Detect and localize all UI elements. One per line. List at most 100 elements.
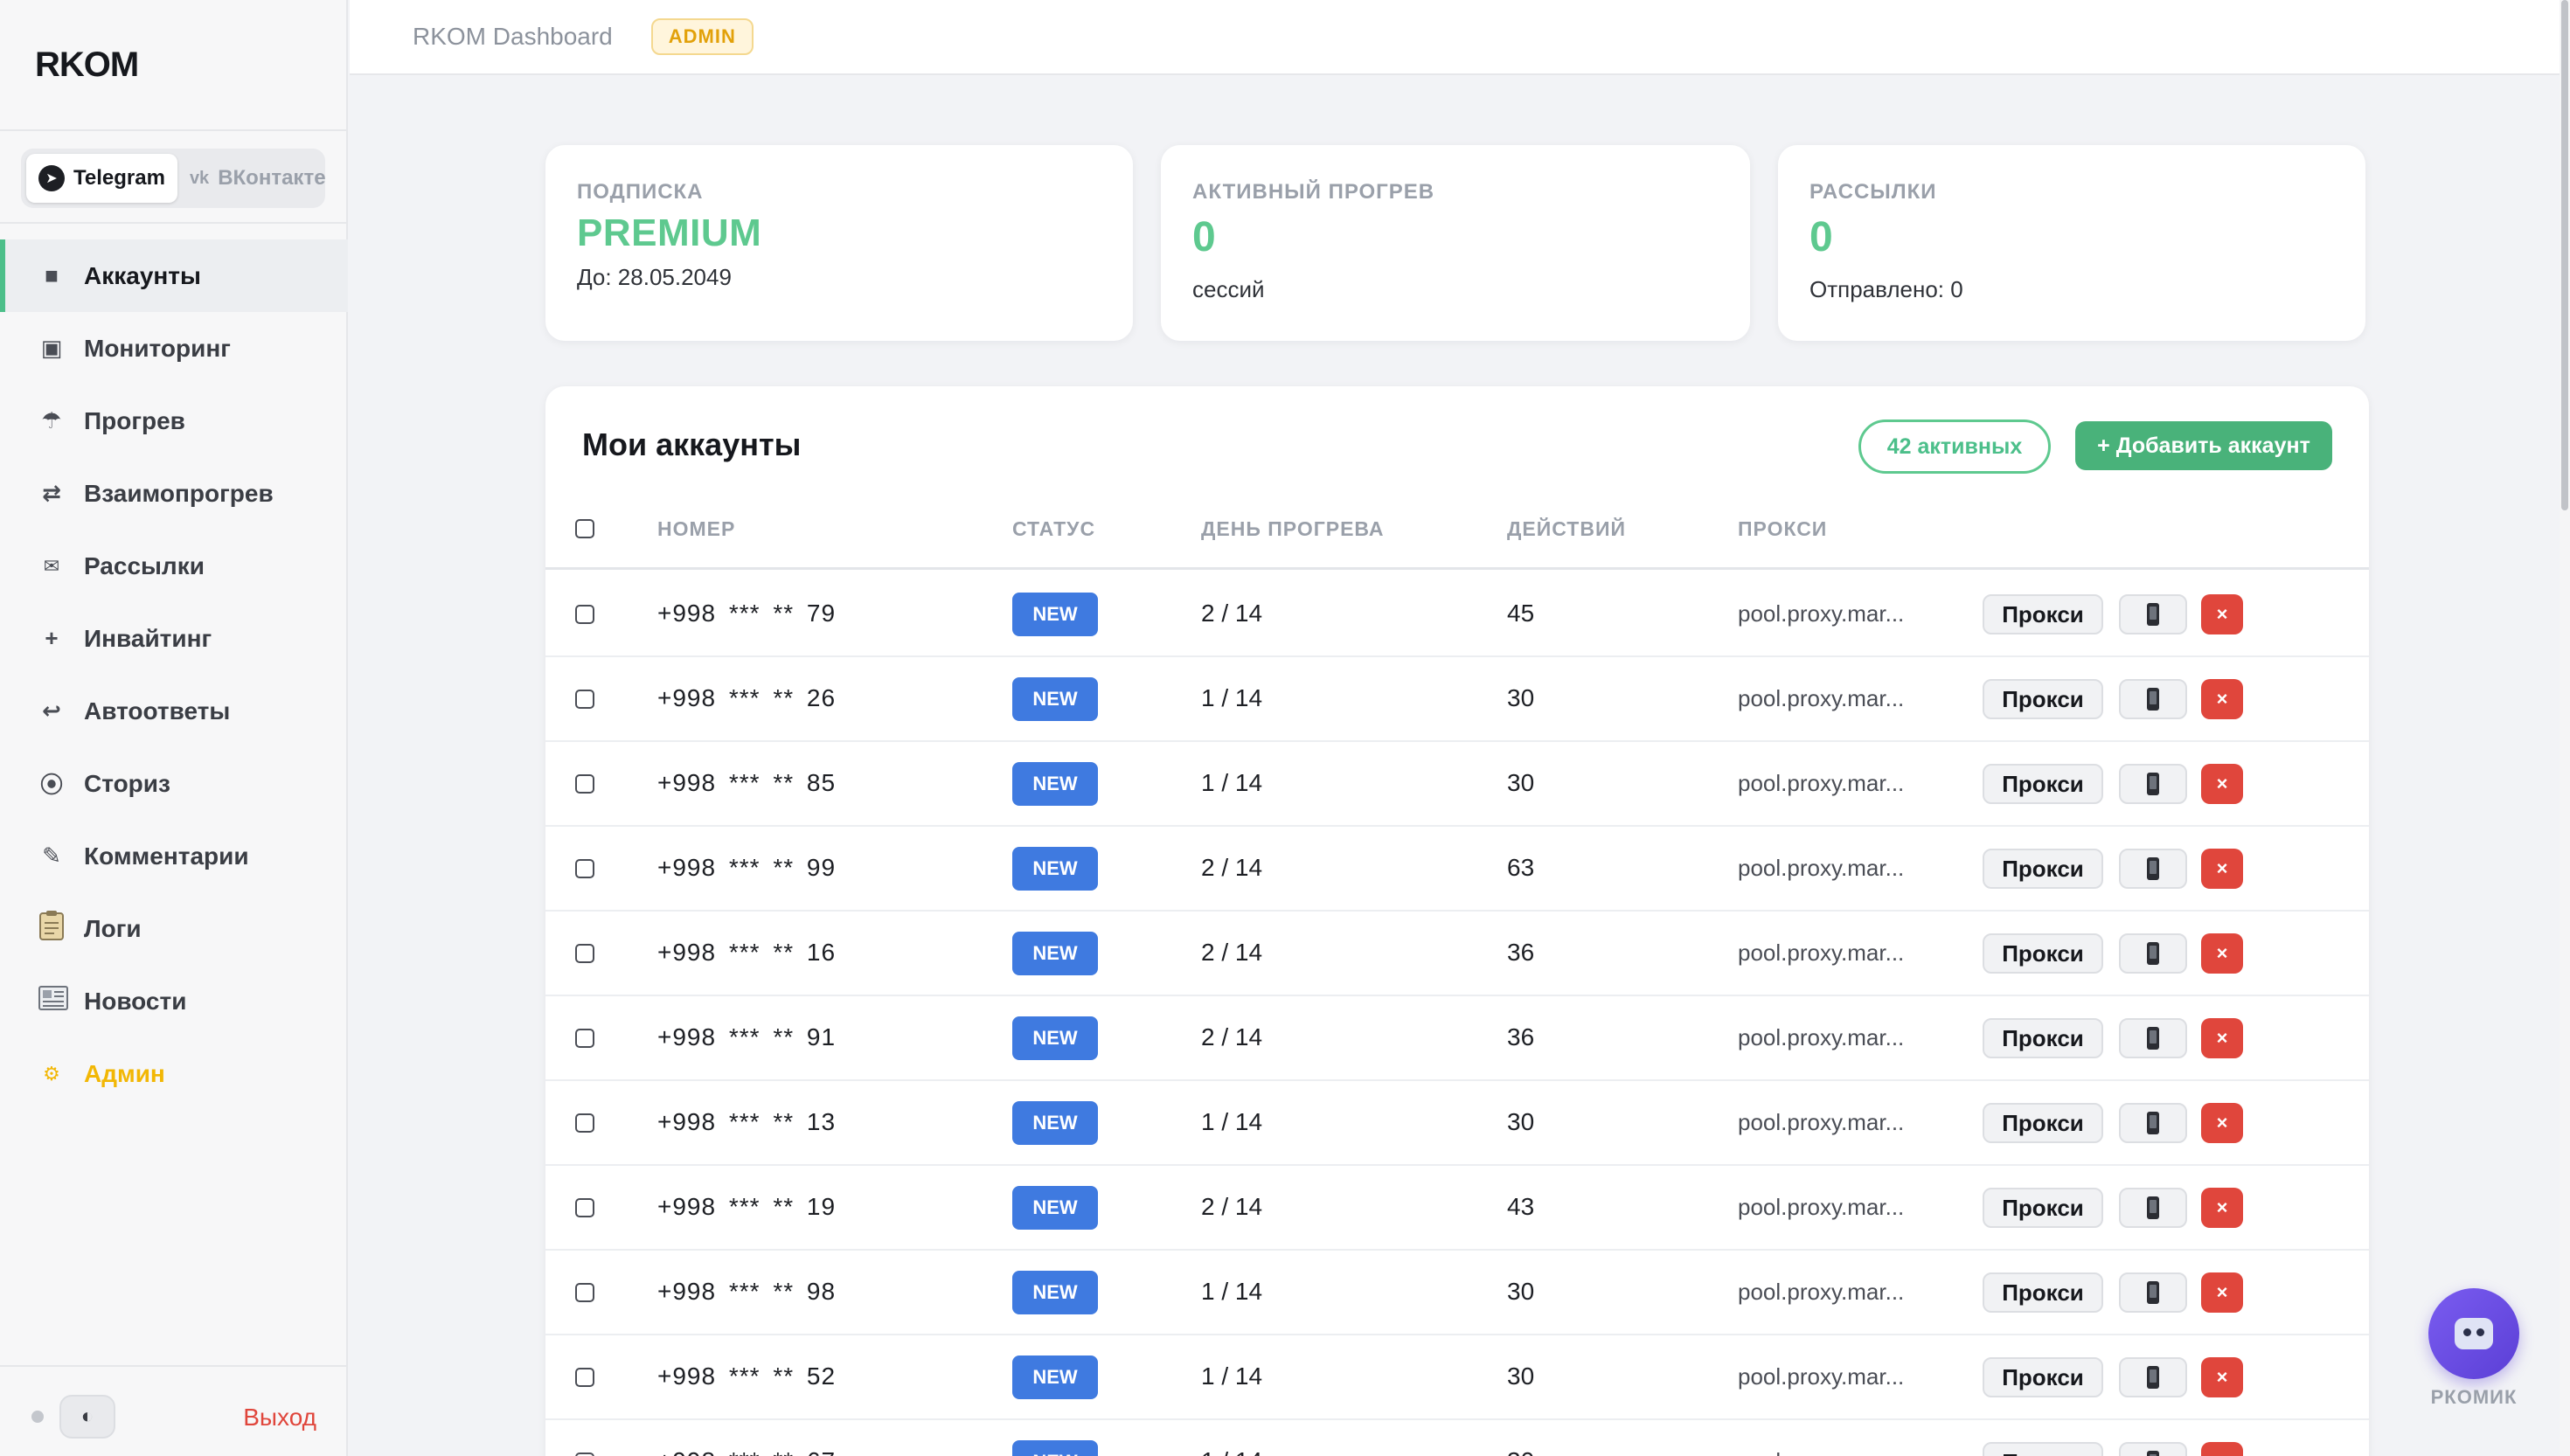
- row-checkbox[interactable]: [575, 1368, 594, 1387]
- proxy-host: pool.proxy.mar...: [1738, 1279, 1905, 1305]
- proxy-button[interactable]: Прокси: [1983, 1442, 2103, 1456]
- table-row[interactable]: +998 *** ** 79 NEW 2 / 14 45 pool.proxy.mar.…: [545, 572, 2369, 657]
- account-phone: +998 *** ** 19: [657, 1193, 837, 1220]
- warmup-day: 1 / 14: [1201, 769, 1263, 796]
- row-checkbox[interactable]: [575, 1113, 594, 1133]
- sidebar-item-mutual-warmup[interactable]: ⇄ Взаимопрогрев: [0, 457, 348, 530]
- sidebar-item-accounts[interactable]: ■ Аккаунты: [0, 239, 348, 312]
- sidebar-item-mailings[interactable]: ✉ Рассылки: [0, 530, 348, 602]
- logout-button[interactable]: Выход: [243, 1404, 316, 1432]
- table-row[interactable]: +998 *** ** 98 NEW 1 / 14 30 pool.proxy.mar.…: [545, 1251, 2369, 1335]
- device-button[interactable]: [2119, 933, 2187, 974]
- delete-account-button[interactable]: ×: [2201, 1188, 2243, 1228]
- delete-account-button[interactable]: ×: [2201, 764, 2243, 804]
- sidebar-item-comments[interactable]: ✎ Комментарии: [0, 820, 348, 892]
- table-row[interactable]: +998 *** ** 67 NEW 1 / 14 30 pool.proxy.mar.…: [545, 1420, 2369, 1456]
- delete-account-button[interactable]: ×: [2201, 1442, 2243, 1456]
- status-badge: NEW: [1012, 593, 1098, 636]
- device-button[interactable]: [2119, 1442, 2187, 1456]
- proxy-button[interactable]: Прокси: [1983, 1357, 2103, 1397]
- row-checkbox[interactable]: [575, 605, 594, 624]
- row-checkbox[interactable]: [575, 859, 594, 878]
- page-title: RKOM Dashboard: [413, 23, 613, 50]
- sidebar-item-logs[interactable]: Логи: [0, 892, 348, 965]
- delete-account-button[interactable]: ×: [2201, 933, 2243, 974]
- app-logo: RKOM: [35, 45, 139, 84]
- delete-account-button[interactable]: ×: [2201, 1272, 2243, 1313]
- network-tab-label: ВКонтакте: [218, 166, 326, 190]
- device-button[interactable]: [2119, 1018, 2187, 1058]
- connection-status-dot: [31, 1411, 44, 1423]
- table-row[interactable]: +998 *** ** 85 NEW 1 / 14 30 pool.proxy.mar.…: [545, 742, 2369, 827]
- row-checkbox[interactable]: [575, 1283, 594, 1302]
- theme-toggle-button[interactable]: ◐: [59, 1395, 115, 1439]
- delete-account-button[interactable]: ×: [2201, 849, 2243, 889]
- actions-count: 30: [1507, 1278, 1535, 1305]
- square-icon: ■: [45, 262, 59, 288]
- sidebar-item-warmup[interactable]: ☂ Прогрев: [0, 385, 348, 457]
- table-row[interactable]: +998 *** ** 91 NEW 2 / 14 36 pool.proxy.mar.…: [545, 996, 2369, 1081]
- device-button[interactable]: [2119, 1272, 2187, 1313]
- sidebar-item-autoreplies[interactable]: ↩ Автоответы: [0, 675, 348, 747]
- device-button[interactable]: [2119, 764, 2187, 804]
- row-checkbox[interactable]: [575, 774, 594, 794]
- proxy-button[interactable]: Прокси: [1983, 1018, 2103, 1058]
- sidebar-item-stories[interactable]: ⦿ Сториз: [0, 747, 348, 820]
- row-checkbox[interactable]: [575, 1029, 594, 1048]
- phone-icon: [2147, 688, 2159, 711]
- assistant-button[interactable]: [2428, 1288, 2519, 1379]
- phone-icon: [2147, 603, 2159, 626]
- table-row[interactable]: +998 *** ** 13 NEW 1 / 14 30 pool.proxy.mar.…: [545, 1081, 2369, 1166]
- table-row[interactable]: +998 *** ** 19 NEW 2 / 14 43 pool.proxy.mar.…: [545, 1166, 2369, 1251]
- proxy-button[interactable]: Прокси: [1983, 594, 2103, 634]
- pencil-icon: ✎: [42, 842, 61, 869]
- device-button[interactable]: [2119, 594, 2187, 634]
- status-badge: NEW: [1012, 932, 1098, 975]
- table-row[interactable]: +998 *** ** 26 NEW 1 / 14 30 pool.proxy.mar.…: [545, 657, 2369, 742]
- device-button[interactable]: [2119, 1357, 2187, 1397]
- device-button[interactable]: [2119, 679, 2187, 719]
- row-checkbox[interactable]: [575, 1198, 594, 1217]
- delete-account-button[interactable]: ×: [2201, 1103, 2243, 1143]
- sidebar-item-admin[interactable]: ⚙ Админ: [0, 1037, 348, 1110]
- device-button[interactable]: [2119, 1188, 2187, 1228]
- delete-account-button[interactable]: ×: [2201, 594, 2243, 634]
- select-all-checkbox[interactable]: [575, 519, 594, 538]
- delete-account-button[interactable]: ×: [2201, 1018, 2243, 1058]
- row-checkbox[interactable]: [575, 944, 594, 963]
- table-row[interactable]: +998 *** ** 16 NEW 2 / 14 36 pool.proxy.mar.…: [545, 912, 2369, 996]
- proxy-button[interactable]: Прокси: [1983, 1103, 2103, 1143]
- warmup-day: 2 / 14: [1201, 1193, 1263, 1220]
- gear-icon: ⚙: [43, 1062, 60, 1085]
- proxy-button[interactable]: Прокси: [1983, 679, 2103, 719]
- device-button[interactable]: [2119, 1103, 2187, 1143]
- warmup-card: АКТИВНЫЙ ПРОГРЕВ 0 сессий: [1161, 145, 1750, 341]
- proxy-button[interactable]: Прокси: [1983, 1188, 2103, 1228]
- proxy-button[interactable]: Прокси: [1983, 933, 2103, 974]
- sidebar-item-label: Админ: [84, 1059, 165, 1087]
- network-tab-telegram[interactable]: ➤ Telegram: [26, 154, 177, 203]
- proxy-button[interactable]: Прокси: [1983, 849, 2103, 889]
- active-accounts-badge[interactable]: 42 активных: [1858, 419, 2051, 474]
- proxy-button[interactable]: Прокси: [1983, 764, 2103, 804]
- status-badge: NEW: [1012, 1355, 1098, 1399]
- sidebar-item-monitoring[interactable]: ▣ Мониторинг: [0, 312, 348, 385]
- delete-account-button[interactable]: ×: [2201, 1357, 2243, 1397]
- scrollbar-thumb[interactable]: [2561, 0, 2568, 510]
- delete-account-button[interactable]: ×: [2201, 679, 2243, 719]
- phone-icon: [2147, 857, 2159, 880]
- network-tab-vk[interactable]: vk ВКонтакте: [177, 154, 338, 203]
- table-row[interactable]: +998 *** ** 99 NEW 2 / 14 63 pool.proxy.mar.…: [545, 827, 2369, 912]
- add-account-button[interactable]: + Добавить аккаунт: [2075, 421, 2332, 470]
- table-row[interactable]: +998 *** ** 52 NEW 1 / 14 30 pool.proxy.mar.…: [545, 1335, 2369, 1420]
- row-checkbox[interactable]: [575, 690, 594, 709]
- device-button[interactable]: [2119, 849, 2187, 889]
- sidebar-item-news[interactable]: Новости: [0, 965, 348, 1037]
- status-badge: NEW: [1012, 847, 1098, 891]
- row-checkbox[interactable]: [575, 1453, 594, 1456]
- proxy-button[interactable]: Прокси: [1983, 1272, 2103, 1313]
- sidebar-item-inviting[interactable]: + Инвайтинг: [0, 602, 348, 675]
- sidebar-item-label: Новости: [84, 987, 187, 1015]
- table-header: [545, 509, 2369, 570]
- page-scrollbar[interactable]: [2560, 0, 2570, 1456]
